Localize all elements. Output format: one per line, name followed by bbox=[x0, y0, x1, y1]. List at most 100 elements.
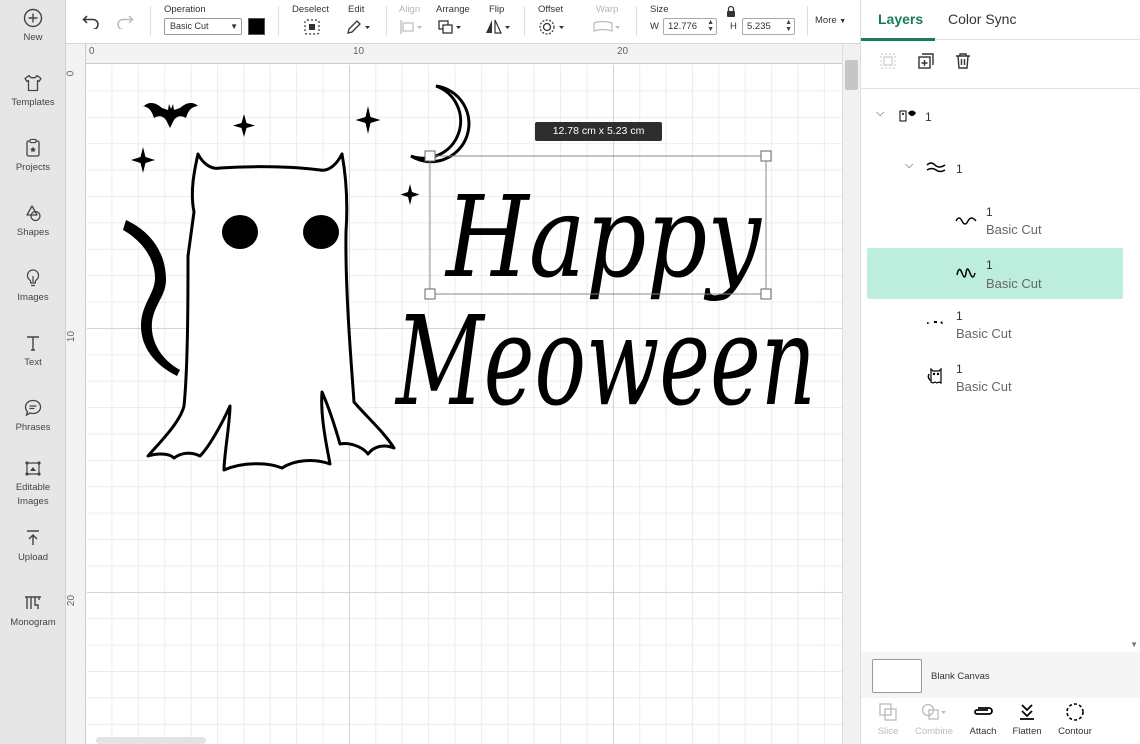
pencil-icon[interactable] bbox=[345, 18, 371, 36]
sidebar-item-text[interactable]: Text bbox=[0, 333, 66, 370]
design-canvas[interactable]: 0 10 20 0 10 20 Happy Meoween bbox=[66, 44, 842, 744]
size-label: Size bbox=[650, 4, 669, 15]
selection-handle bbox=[424, 288, 436, 300]
bottom-tools: Slice Combine Attach Flatten Contour bbox=[861, 698, 1140, 744]
width-label: W bbox=[650, 21, 659, 32]
deselect-icon[interactable] bbox=[303, 18, 321, 36]
toolbar-separator bbox=[807, 6, 808, 36]
toolbar-separator bbox=[636, 6, 637, 36]
selection-handle bbox=[760, 288, 772, 300]
blank-canvas-label: Blank Canvas bbox=[931, 671, 990, 682]
chevron-down-icon: ▼ bbox=[839, 18, 847, 25]
layer-name: 1 bbox=[986, 205, 993, 219]
attach-button[interactable]: Attach bbox=[961, 702, 1005, 737]
tshirt-icon bbox=[24, 74, 42, 92]
flatten-button[interactable]: Flatten bbox=[1005, 702, 1049, 737]
deselect-label: Deselect bbox=[292, 4, 329, 15]
undo-icon[interactable] bbox=[82, 13, 100, 29]
sidebar-item-label: Templates bbox=[11, 97, 55, 108]
left-sidebar: New Templates Projects Shapes Images Tex… bbox=[0, 0, 66, 744]
sidebar-item-editable-images[interactable]: Editable Images bbox=[0, 458, 66, 509]
layer-row[interactable]: ⌵ 1 bbox=[867, 101, 1123, 131]
group-icon bbox=[880, 53, 896, 69]
design-space-app: New Templates Projects Shapes Images Tex… bbox=[0, 0, 1140, 744]
contour-button[interactable]: Contour bbox=[1053, 702, 1097, 737]
cat-eye-graphic bbox=[303, 215, 339, 249]
sidebar-item-phrases[interactable]: Phrases bbox=[0, 398, 66, 435]
layer-row-selected[interactable]: 1 Basic Cut bbox=[867, 248, 1123, 299]
layer-row[interactable]: ⌵ 1 bbox=[867, 153, 1123, 183]
flip-icon[interactable] bbox=[484, 18, 512, 36]
sidebar-item-label-line2: Images bbox=[17, 496, 49, 507]
editable-images-icon bbox=[25, 461, 41, 476]
star-graphic bbox=[131, 147, 155, 173]
sidebar-item-monogram[interactable]: Monogram bbox=[0, 593, 66, 630]
tab-color-sync[interactable]: Color Sync bbox=[948, 11, 1016, 27]
redo-icon[interactable] bbox=[116, 13, 134, 29]
flatten-icon bbox=[1020, 704, 1034, 720]
group-thumbnail-icon bbox=[899, 110, 916, 122]
layer-operation: Basic Cut bbox=[986, 276, 1042, 291]
sidebar-item-upload[interactable]: Upload bbox=[0, 528, 66, 565]
lock-icon[interactable] bbox=[725, 5, 737, 18]
width-input[interactable]: 12.776 ▲ ▼ bbox=[663, 18, 717, 35]
scrollbar-thumb[interactable] bbox=[845, 60, 858, 90]
warp-icon bbox=[593, 20, 620, 32]
selection-handle bbox=[424, 150, 436, 162]
slice-button[interactable]: Slice bbox=[866, 702, 910, 737]
sidebar-item-label: Images bbox=[17, 292, 49, 303]
layer-name: 1 bbox=[956, 309, 963, 323]
vertical-scrollbar[interactable] bbox=[842, 44, 860, 744]
toolbar-separator bbox=[524, 6, 525, 36]
chevron-down-icon[interactable]: ⌵ bbox=[876, 107, 884, 120]
more-button[interactable]: More ▼ bbox=[815, 15, 846, 26]
width-stepper-icon[interactable]: ▲ ▼ bbox=[707, 19, 714, 33]
flip-label: Flip bbox=[489, 4, 505, 15]
sidebar-item-new[interactable]: New bbox=[0, 8, 66, 45]
layer-name: 1 bbox=[956, 362, 963, 376]
operation-label: Operation bbox=[164, 4, 206, 15]
height-input[interactable]: 5.235 ▲ ▼ bbox=[742, 18, 795, 35]
blank-canvas-row[interactable]: Blank Canvas bbox=[861, 652, 1140, 698]
plus-circle-icon bbox=[23, 8, 43, 28]
layer-name: 1 bbox=[956, 162, 963, 176]
sidebar-item-label: New bbox=[23, 32, 43, 43]
cat-ghost-graphic bbox=[146, 152, 396, 472]
operation-value: Basic Cut bbox=[170, 21, 209, 31]
trash-icon[interactable] bbox=[954, 52, 972, 70]
more-label: More bbox=[815, 15, 837, 26]
height-stepper-icon[interactable]: ▲ ▼ bbox=[785, 19, 792, 33]
layer-row[interactable]: 1 Basic Cut bbox=[867, 354, 1123, 402]
layer-row[interactable]: 1 Basic Cut bbox=[867, 301, 1123, 349]
contour-label: Contour bbox=[1058, 726, 1092, 737]
layer-row[interactable]: 1 Basic Cut bbox=[867, 197, 1123, 245]
chevron-down-icon[interactable]: ⌵ bbox=[905, 159, 913, 172]
combine-button[interactable]: Combine bbox=[912, 702, 956, 737]
horizontal-scrollbar[interactable] bbox=[96, 737, 206, 744]
operation-select[interactable]: Basic Cut ▼ bbox=[164, 18, 242, 35]
chevron-down-icon: ▼ bbox=[230, 22, 238, 31]
sidebar-item-projects[interactable]: Projects bbox=[0, 138, 66, 175]
meoween-text-graphic: Meoween bbox=[395, 290, 816, 434]
offset-icon[interactable] bbox=[538, 18, 566, 36]
sidebar-item-label: Monogram bbox=[10, 617, 56, 628]
color-swatch[interactable] bbox=[248, 18, 265, 35]
paperclip-icon bbox=[974, 707, 993, 715]
blank-canvas-swatch[interactable] bbox=[872, 659, 922, 693]
sidebar-item-shapes[interactable]: Shapes bbox=[0, 203, 66, 240]
scroll-down-arrow-icon[interactable]: ▼ bbox=[1130, 640, 1138, 649]
height-label: H bbox=[730, 21, 737, 32]
tab-layers[interactable]: Layers bbox=[878, 11, 923, 27]
sidebar-item-images[interactable]: Images bbox=[0, 268, 66, 305]
monogram-icon bbox=[25, 596, 41, 609]
align-label: Align bbox=[399, 4, 421, 15]
shapes-icon bbox=[26, 205, 41, 222]
layers-list: ⌵ 1 ⌵ 1 1 Basic Cut 1 Basic Cut 1 Basic … bbox=[861, 88, 1140, 652]
combine-label: Combine bbox=[914, 726, 954, 737]
sidebar-item-label: Text bbox=[24, 357, 42, 368]
duplicate-icon[interactable] bbox=[917, 52, 935, 70]
arrange-icon[interactable] bbox=[437, 18, 463, 36]
sidebar-item-templates[interactable]: Templates bbox=[0, 73, 66, 110]
cat-ghost-thumbnail-icon bbox=[927, 367, 942, 384]
combine-icon bbox=[921, 703, 946, 720]
